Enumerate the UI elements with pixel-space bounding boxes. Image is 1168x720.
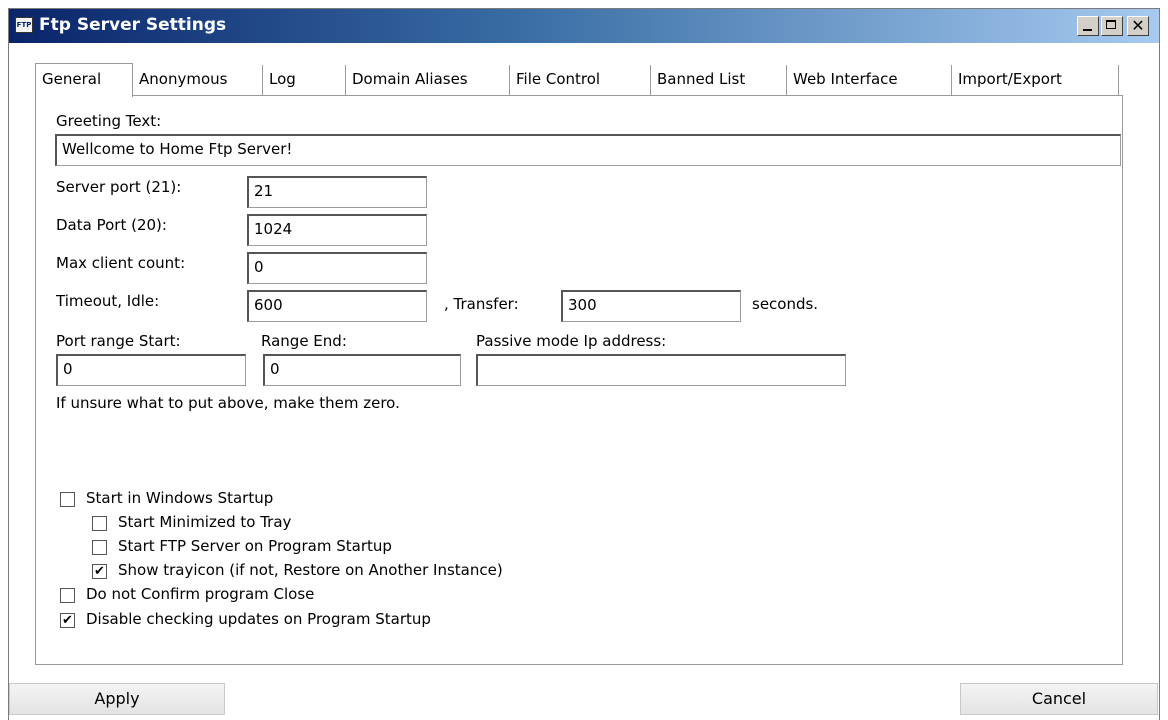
max-client-label: Max client count: [56,254,186,272]
disable-updates-checkbox[interactable]: ✔ [60,613,75,628]
port-range-start-label: Port range Start: [56,332,181,350]
show-trayicon-checkbox[interactable]: ✔ [92,564,107,579]
data-port-label: Data Port (20): [56,216,167,234]
close-button[interactable]: ✕ [1127,16,1149,36]
minimize-button[interactable] [1077,16,1099,36]
data-port-input[interactable]: 1024 [247,214,427,246]
zero-hint-text: If unsure what to put above, make them z… [56,394,400,412]
maximize-icon [1106,20,1116,29]
start-windows-label: Start in Windows Startup [86,489,274,507]
start-minimized-checkbox[interactable] [92,516,107,531]
window-title: Ftp Server Settings [39,15,227,35]
start-windows-checkbox[interactable] [60,492,75,507]
disable-updates-label: Disable checking updates on Program Star… [86,610,431,628]
port-range-start-input[interactable]: 0 [56,354,246,386]
tab-domain-aliases[interactable]: Domain Aliases [346,65,510,95]
tab-anonymous[interactable]: Anonymous [133,65,263,95]
max-client-input[interactable]: 0 [247,252,427,284]
start-ftp-checkbox[interactable] [92,540,107,555]
start-minimized-label: Start Minimized to Tray [118,513,292,531]
apply-button[interactable]: Apply [9,683,225,715]
transfer-input[interactable]: 300 [561,290,741,322]
cancel-button[interactable]: Cancel [960,683,1158,715]
passive-ip-input[interactable] [476,354,846,386]
timeout-idle-input[interactable]: 600 [247,290,427,322]
ftp-app-icon: FTP [15,17,33,33]
range-end-input[interactable]: 0 [263,354,461,386]
timeout-idle-label: Timeout, Idle: [56,292,160,310]
no-confirm-close-checkbox[interactable] [60,588,75,603]
transfer-label: , Transfer: [444,295,519,313]
tab-banned-list[interactable]: Banned List [651,65,787,95]
general-panel: Greeting Text: Wellcome to Home Ftp Serv… [35,95,1123,665]
tab-web-interface[interactable]: Web Interface [787,65,952,95]
greeting-input[interactable]: Wellcome to Home Ftp Server! [55,134,1121,166]
close-icon: ✕ [1131,16,1145,35]
tab-import-export[interactable]: Import/Export [952,65,1119,95]
settings-window: FTP Ftp Server Settings ✕ General Anonym… [8,8,1160,720]
minimize-icon [1083,29,1092,31]
tab-file-control[interactable]: File Control [510,65,651,95]
no-confirm-close-label: Do not Confirm program Close [86,585,315,603]
client-area: General Anonymous Log Domain Aliases Fil… [9,43,1159,720]
range-end-label: Range End: [261,332,347,350]
tab-general[interactable]: General [35,63,133,97]
seconds-label: seconds. [752,295,819,313]
server-port-input[interactable]: 21 [247,176,427,208]
passive-ip-label: Passive mode Ip address: [476,332,667,350]
title-bar[interactable]: FTP Ftp Server Settings ✕ [9,9,1159,43]
greeting-label: Greeting Text: [56,112,162,130]
show-trayicon-label: Show trayicon (if not, Restore on Anothe… [118,561,503,579]
maximize-button[interactable] [1101,16,1123,36]
tab-log[interactable]: Log [263,65,346,95]
start-ftp-label: Start FTP Server on Program Startup [118,537,392,555]
server-port-label: Server port (21): [56,178,182,196]
